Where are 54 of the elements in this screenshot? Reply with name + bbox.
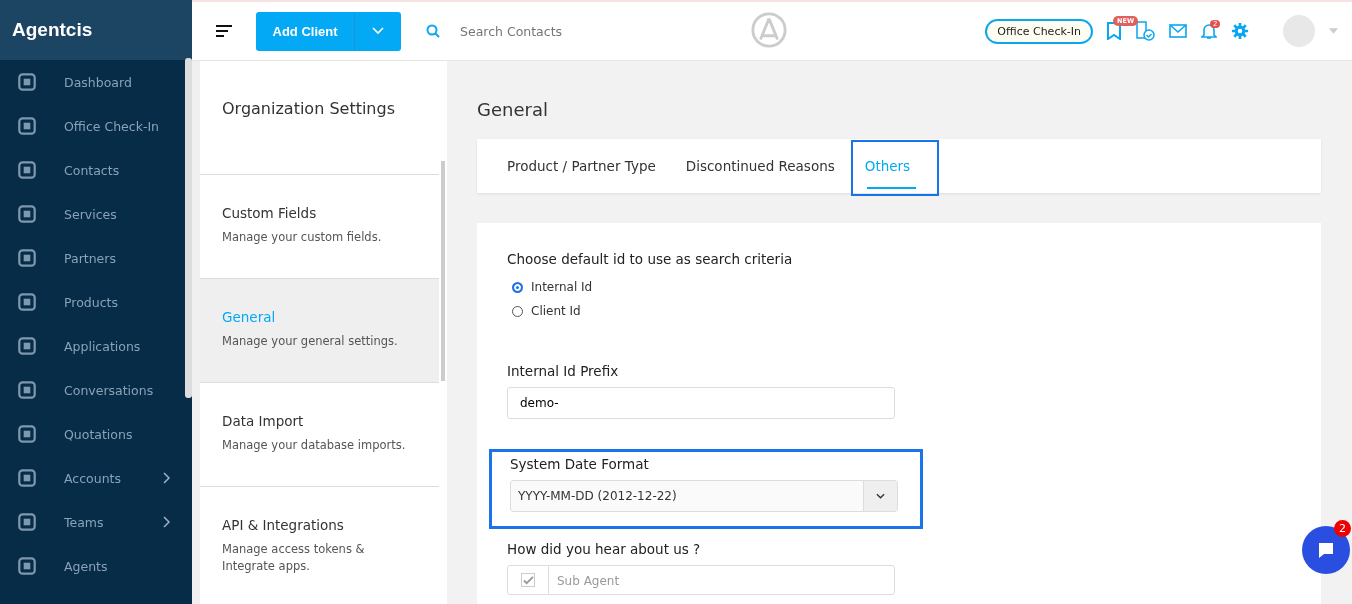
logo-icon [750, 11, 788, 49]
checkbox[interactable] [521, 573, 535, 587]
bookmark-icon[interactable] [1107, 22, 1121, 40]
tab[interactable]: Product / Partner Type [492, 139, 671, 193]
chat-bubble-icon [1316, 540, 1336, 560]
scrollbar[interactable] [441, 161, 445, 381]
radio-label: Client Id [531, 304, 581, 318]
settings-item-title: API & Integrations [222, 517, 345, 533]
settings-item[interactable]: General Manage your general settings. [200, 278, 439, 382]
settings-item-description: Manage your database imports. [222, 437, 407, 454]
sidebar-item[interactable]: Office Check-In [0, 104, 184, 148]
bell-icon[interactable] [1201, 22, 1217, 40]
input-field[interactable]: demo- [507, 387, 895, 419]
tab[interactable]: Discontinued Reasons [670, 139, 850, 193]
field-label: System Date Format [510, 456, 650, 472]
menu-icon[interactable] [216, 25, 232, 37]
date-format-select[interactable]: YYYY-MM-DD (2012-12-22) [510, 480, 898, 512]
settings-item-description: Manage your general settings. [222, 333, 399, 350]
settings-item-title: Custom Fields [222, 205, 318, 221]
sidebar-item[interactable]: Dashboard [0, 60, 184, 104]
settings-item-title: General [222, 309, 277, 325]
sidebar-item[interactable]: Agents [0, 544, 184, 588]
page-title: General [477, 99, 549, 120]
settings-icon[interactable] [1231, 22, 1249, 40]
brand-logo: Agentcis [0, 0, 192, 60]
field-label: How did you hear about us ? [507, 541, 702, 557]
chevron-down-icon [372, 27, 384, 35]
sidebar-item[interactable]: Quotations [0, 412, 184, 456]
sidebar-item[interactable]: Products [0, 280, 184, 324]
radio-label: Internal Id [531, 280, 593, 294]
chevron-down-icon [876, 493, 885, 499]
radio-button[interactable] [512, 281, 523, 293]
settings-item-description: Manage your custom fields. [222, 229, 383, 246]
settings-item[interactable]: API & Integrations Manage access tokens & Integrate apps. [200, 486, 439, 590]
mail-icon[interactable] [1169, 24, 1187, 38]
settings-item-description: Manage access tokens & Integrate apps. [222, 541, 366, 575]
document-check-icon[interactable] [1135, 21, 1155, 41]
sidebar-item[interactable]: Services [0, 192, 184, 236]
sidebar-item[interactable]: Conversations [0, 368, 184, 412]
sidebar-item[interactable]: Teams [0, 500, 184, 544]
field-label: Internal Id Prefix [507, 363, 620, 379]
field-label: Choose default id to use as search criteria [507, 251, 794, 267]
sidebar-item[interactable]: Contacts [0, 148, 184, 192]
search-icon [426, 24, 440, 38]
checkbox-option[interactable]: Sub Agent [507, 565, 895, 595]
unread-badge: 2 [1334, 520, 1351, 537]
sidebar-item[interactable]: Accounts [0, 456, 184, 500]
sidebar-item[interactable]: Applications [0, 324, 184, 368]
office-check-in-button[interactable]: Office Check-In [985, 18, 1093, 44]
settings-item-title: Data Import [222, 413, 305, 429]
scrollbar[interactable] [185, 58, 192, 398]
sidebar-item[interactable]: Partners [0, 236, 184, 280]
settings-item[interactable]: Data Import Manage your database imports. [200, 382, 439, 486]
panel-title: Organization Settings [221, 98, 396, 120]
